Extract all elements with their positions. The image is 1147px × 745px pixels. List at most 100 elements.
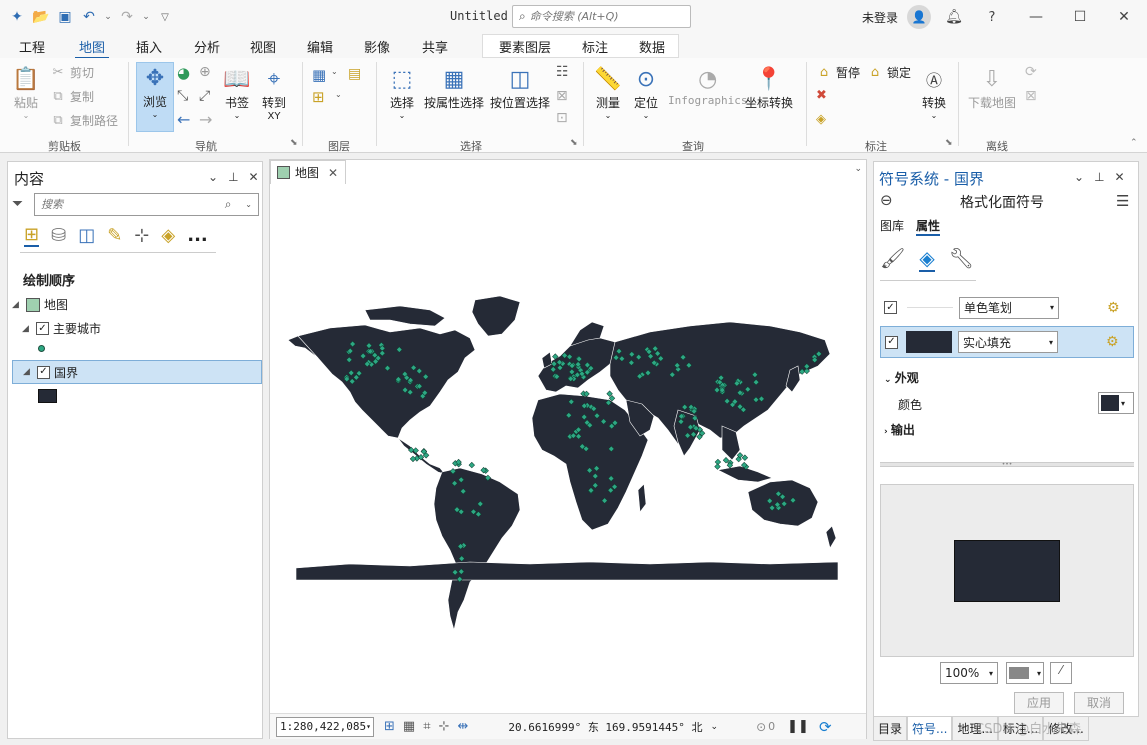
command-search-input[interactable] — [529, 10, 680, 23]
zoom-extent-icon[interactable]: ⊞ — [384, 719, 395, 734]
maximize-icon[interactable]: ☐ — [1069, 6, 1091, 28]
tab-data[interactable]: 数据 — [635, 37, 669, 56]
tab-feature-layer[interactable]: 要素图层 — [495, 37, 555, 56]
fill-layer-checkbox[interactable]: ✓ — [885, 335, 898, 349]
contents-search-input[interactable] — [41, 198, 211, 211]
zoom-to-selection-icon[interactable]: ⊡ — [556, 110, 568, 126]
convert-labels-button[interactable]: Ⓐ 转换 ⌄ — [918, 64, 950, 120]
copy-path-button[interactable]: ⧉ 复制路径 — [50, 112, 118, 129]
user-avatar-icon[interactable]: 👤 — [907, 5, 931, 29]
customize-toolbar-icon[interactable]: ▽ — [156, 8, 174, 26]
splitter-handle[interactable]: ••• — [880, 462, 1134, 468]
previous-extent-icon[interactable]: ← — [177, 110, 190, 129]
dialog-launcher-icon[interactable]: ⬊ — [945, 138, 953, 148]
pane-options-icon[interactable]: ⌄ — [208, 170, 218, 184]
map-view[interactable]: ⌄ — [269, 159, 867, 739]
draw-order-view-icon[interactable]: ⊞ — [24, 224, 40, 247]
constraints-icon[interactable]: ⊹ — [439, 719, 450, 734]
selection-view-icon[interactable]: ◫ — [78, 225, 95, 246]
help-button[interactable]: ? — [981, 6, 1003, 28]
fixed-zoom-out-icon[interactable]: ⤢ — [199, 88, 210, 104]
paste-button[interactable]: 📋 粘贴 ⌄ — [10, 64, 42, 121]
tab-catalog[interactable]: 目录 — [873, 717, 908, 741]
city-symbol-swatch[interactable] — [38, 345, 45, 352]
globe-icon[interactable]: ◕ — [177, 64, 190, 82]
labeling-view-icon[interactable]: ◈ — [161, 225, 175, 246]
data-source-view-icon[interactable]: ⛁ — [51, 225, 66, 246]
undo-dropdown-icon[interactable]: ⌄ — [104, 8, 112, 26]
dialog-launcher-icon[interactable]: ⬊ — [570, 138, 578, 148]
apply-button[interactable]: 应用 — [1014, 692, 1064, 714]
border-symbol-swatch[interactable] — [38, 389, 57, 403]
sync-icon[interactable]: ⟳ — [1025, 64, 1037, 80]
tab-gallery[interactable]: 图库 — [880, 217, 904, 234]
add-data-dropdown-icon[interactable]: ⌄ — [335, 90, 342, 99]
redo-icon[interactable]: ↷ — [118, 8, 136, 26]
tab-share[interactable]: 共享 — [418, 37, 452, 56]
tab-edit[interactable]: 编辑 — [303, 37, 337, 56]
convert-coordinates-button[interactable]: 📍 坐标转换 — [745, 64, 793, 111]
no-background-icon[interactable]: ⁄ — [1050, 662, 1072, 684]
pause-labels-button[interactable]: ⌂ 暂停 — [816, 64, 860, 81]
filter-icon[interactable]: ⏷ — [12, 196, 23, 212]
save-icon[interactable]: ▣ — [56, 8, 74, 26]
close-pane-icon[interactable]: ✕ — [249, 170, 259, 184]
cancel-button[interactable]: 取消 — [1074, 692, 1124, 714]
symbol-layer-drawing-icon[interactable]: ⚙ — [1107, 300, 1120, 316]
brush-icon[interactable]: 🖌︎ — [880, 246, 905, 272]
expand-icon[interactable]: ◢ — [22, 324, 32, 334]
city-point[interactable] — [741, 454, 749, 461]
layer-visibility-checkbox[interactable]: ✓ — [37, 365, 50, 379]
map-tree-item[interactable]: ◢ 地图 — [12, 296, 68, 313]
layers-icon[interactable]: ◈ — [919, 246, 935, 272]
tab-analysis[interactable]: 分析 — [190, 37, 224, 56]
copy-button[interactable]: ⧉ 复制 — [50, 88, 94, 105]
clip-icon[interactable]: ⇹ — [457, 719, 468, 734]
stroke-type-dropdown[interactable]: 单色笔划 ▾ — [959, 296, 1059, 319]
symbol-layer-drawing-icon[interactable]: ⚙ — [1106, 334, 1119, 350]
wrench-icon[interactable]: 🔧︎ — [949, 246, 974, 272]
selected-features-icon[interactable]: ⊙ — [756, 720, 766, 734]
tab-labeling[interactable]: 标注 — [578, 37, 612, 56]
remove-offline-icon[interactable]: ⊠ — [1025, 88, 1037, 104]
layer-tree-item-cities[interactable]: ◢ ✓ 主要城市 — [22, 320, 101, 337]
grid-icon[interactable]: ▦ — [403, 719, 415, 734]
back-icon[interactable]: ⊖ — [880, 191, 893, 209]
tab-project[interactable]: 工程 — [15, 37, 49, 56]
editing-view-icon[interactable]: ✎ — [107, 225, 122, 246]
fill-type-dropdown[interactable]: 实心填充 ▾ — [958, 331, 1058, 353]
output-section[interactable]: › 输出 — [884, 421, 915, 438]
city-point[interactable] — [714, 463, 721, 470]
pin-pane-icon[interactable]: ⊥ — [228, 170, 238, 184]
stroke-layer-row[interactable]: ✓ 单色笔划 ▾ ⚙ — [880, 294, 1134, 321]
basemap-dropdown-icon[interactable]: ⌄ — [331, 67, 338, 76]
close-pane-icon[interactable]: ✕ — [1115, 170, 1125, 184]
locate-button[interactable]: ⊙ 定位 ⌄ — [630, 64, 662, 121]
map-view-tab[interactable]: 地图 ✕ — [270, 160, 346, 184]
goto-xy-button[interactable]: ⌖ 转到 XY — [258, 64, 290, 123]
add-data-icon[interactable]: ⊞ — [312, 88, 325, 106]
snapping-icon[interactable]: ⌗ — [423, 719, 430, 734]
login-status[interactable]: 未登录 — [862, 9, 898, 26]
pause-drawing-icon[interactable]: ❚❚ — [787, 719, 809, 734]
zoom-dropdown[interactable]: 100% ▾ — [940, 662, 998, 684]
expand-icon[interactable]: ◢ — [12, 300, 22, 310]
undo-icon[interactable]: ↶ — [80, 8, 98, 26]
collapse-ribbon-icon[interactable]: ⌃ — [1130, 138, 1138, 148]
close-icon[interactable]: ✕ — [1113, 6, 1135, 28]
measure-button[interactable]: 📏 测量 ⌄ — [592, 64, 624, 121]
bookmarks-button[interactable]: 📖 书签 ⌄ — [221, 64, 253, 121]
close-tab-icon[interactable]: ✕ — [328, 166, 338, 180]
city-point[interactable] — [409, 455, 417, 463]
tab-list-dropdown-icon[interactable]: ⌄ — [854, 164, 862, 174]
select-by-location-button[interactable]: ◫ 按位置选择 — [490, 64, 550, 111]
clear-selection-icon[interactable]: ⊠ — [556, 88, 568, 104]
menu-icon[interactable]: ☰ — [1116, 192, 1129, 210]
color-picker[interactable]: ▾ — [1098, 392, 1134, 414]
more-views-icon[interactable]: ... — [187, 225, 208, 246]
command-search[interactable]: ⌕ — [512, 5, 691, 28]
tab-map[interactable]: 地图 — [75, 37, 110, 59]
fixed-zoom-in-icon[interactable]: ⤡ — [177, 88, 188, 104]
lock-labels-button[interactable]: ⌂ 锁定 — [867, 64, 911, 81]
select-by-attributes-button[interactable]: ▦ 按属性选择 — [424, 64, 484, 111]
